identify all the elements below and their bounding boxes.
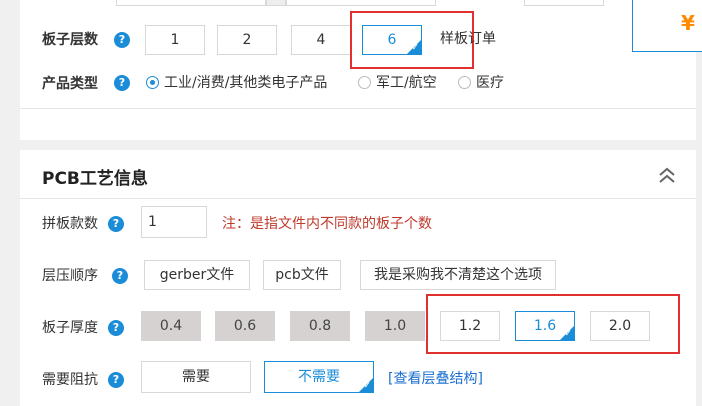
highlight-box	[426, 294, 680, 354]
thickness-option-0.8: 0.8	[290, 311, 350, 341]
layer-option-2[interactable]: 2	[217, 25, 277, 55]
help-icon[interactable]: ?	[114, 32, 130, 48]
thickness-label: 板子厚度	[42, 320, 98, 336]
radio-military[interactable]	[358, 76, 371, 89]
thickness-option-1.0: 1.0	[365, 311, 425, 341]
impedance-yes[interactable]: 需要	[141, 361, 251, 393]
layers-label: 板子层数	[42, 32, 98, 48]
check-icon: ✓	[363, 381, 371, 391]
panel-count-input[interactable]: 1	[141, 206, 207, 238]
impedance-no-label: 不需要	[298, 369, 340, 385]
panel-count-label: 拼板款数	[42, 216, 98, 232]
panel-count-note: 注：是指文件内不同款的板子个数	[222, 216, 432, 232]
help-icon[interactable]: ?	[108, 320, 124, 336]
radio-industrial-label[interactable]: 工业/消费/其他类电子产品	[164, 72, 327, 92]
help-icon[interactable]: ?	[108, 372, 124, 388]
thickness-option-0.4: 0.4	[141, 311, 201, 341]
order-options-card: 板子层数 ? 1 2 4 6 ✓ 样板订单 产品类型 ? 工业/消费/其他类电子…	[20, 0, 696, 140]
top-input-right[interactable]	[286, 0, 436, 6]
top-input-mid[interactable]	[266, 0, 286, 6]
top-input-left[interactable]	[116, 0, 266, 6]
lamination-unsure[interactable]: 我是采购我不清楚这个选项	[360, 260, 556, 290]
sample-order-note: 样板订单	[440, 31, 496, 47]
impedance-label: 需要阻抗	[42, 372, 98, 388]
price-box[interactable]: ¥	[632, 0, 702, 52]
collapse-chevron-icon[interactable]	[658, 166, 676, 186]
radio-medical-label[interactable]: 医疗	[476, 72, 504, 92]
radio-industrial[interactable]	[146, 76, 159, 89]
impedance-no[interactable]: 不需要 ✓	[264, 361, 374, 393]
help-icon[interactable]: ?	[114, 75, 130, 91]
section-title: PCB工艺信息	[42, 169, 148, 189]
lamination-pcb[interactable]: pcb文件	[263, 260, 341, 290]
pcb-process-card: PCB工艺信息 拼板款数 ? 1 注：是指文件内不同款的板子个数 层压顺序 ? …	[20, 150, 696, 406]
lamination-gerber[interactable]: gerber文件	[144, 260, 250, 290]
layer-option-4[interactable]: 4	[291, 25, 351, 55]
radio-military-label[interactable]: 军工/航空	[376, 72, 437, 92]
product-type-label: 产品类型	[42, 76, 98, 92]
section-divider	[20, 198, 696, 199]
yuan-icon: ¥	[681, 11, 695, 35]
radio-medical[interactable]	[458, 76, 471, 89]
thickness-option-0.6: 0.6	[215, 311, 275, 341]
help-icon[interactable]: ?	[108, 216, 124, 232]
lamination-label: 层压顺序	[42, 268, 98, 284]
top-input-far[interactable]	[524, 0, 604, 6]
divider	[20, 108, 696, 109]
layer-option-1[interactable]: 1	[145, 25, 205, 55]
view-stackup-link[interactable]: [查看层叠结构]	[388, 368, 483, 388]
help-icon[interactable]: ?	[112, 268, 128, 284]
